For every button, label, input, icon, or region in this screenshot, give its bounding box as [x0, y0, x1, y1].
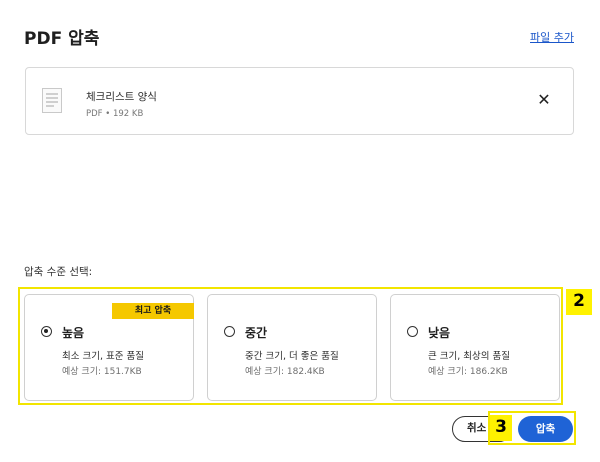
radio-low[interactable]: [407, 326, 418, 337]
option-estimated-size: 예상 크기: 182.4KB: [245, 367, 325, 377]
best-compression-badge: 최고 압축: [112, 303, 194, 319]
radio-medium[interactable]: [224, 326, 235, 337]
file-card: 체크리스트 양식 PDF • 192 KB ✕: [25, 67, 574, 135]
add-file-link[interactable]: 파일 추가: [530, 29, 574, 45]
option-description: 중간 크기, 더 좋은 품질: [245, 351, 339, 362]
option-high[interactable]: 최고 압축 높음 최소 크기, 표준 품질 예상 크기: 151.7KB: [24, 294, 194, 401]
option-title: 높음: [62, 326, 85, 340]
file-name: 체크리스트 양식: [86, 91, 157, 103]
option-estimated-size: 예상 크기: 151.7KB: [62, 367, 142, 377]
annotation-tag-2: 2: [566, 289, 592, 315]
option-estimated-size: 예상 크기: 186.2KB: [428, 367, 508, 377]
option-title: 낮음: [428, 326, 451, 340]
option-description: 최소 크기, 표준 품질: [62, 351, 144, 362]
page-title: PDF 압축: [24, 29, 100, 49]
compression-level-label: 압축 수준 선택:: [24, 266, 93, 278]
option-medium[interactable]: 중간 중간 크기, 더 좋은 품질 예상 크기: 182.4KB: [207, 294, 377, 401]
option-title: 중간: [245, 326, 268, 340]
radio-high[interactable]: [41, 326, 52, 337]
compress-button[interactable]: 압축: [518, 416, 573, 442]
option-description: 큰 크기, 최상의 품질: [428, 351, 510, 362]
annotation-tag-3: 3: [490, 415, 512, 441]
pdf-file-icon: [42, 88, 62, 113]
close-icon[interactable]: ✕: [535, 91, 553, 109]
option-low[interactable]: 낮음 큰 크기, 최상의 품질 예상 크기: 186.2KB: [390, 294, 560, 401]
file-meta: PDF • 192 KB: [86, 109, 144, 119]
